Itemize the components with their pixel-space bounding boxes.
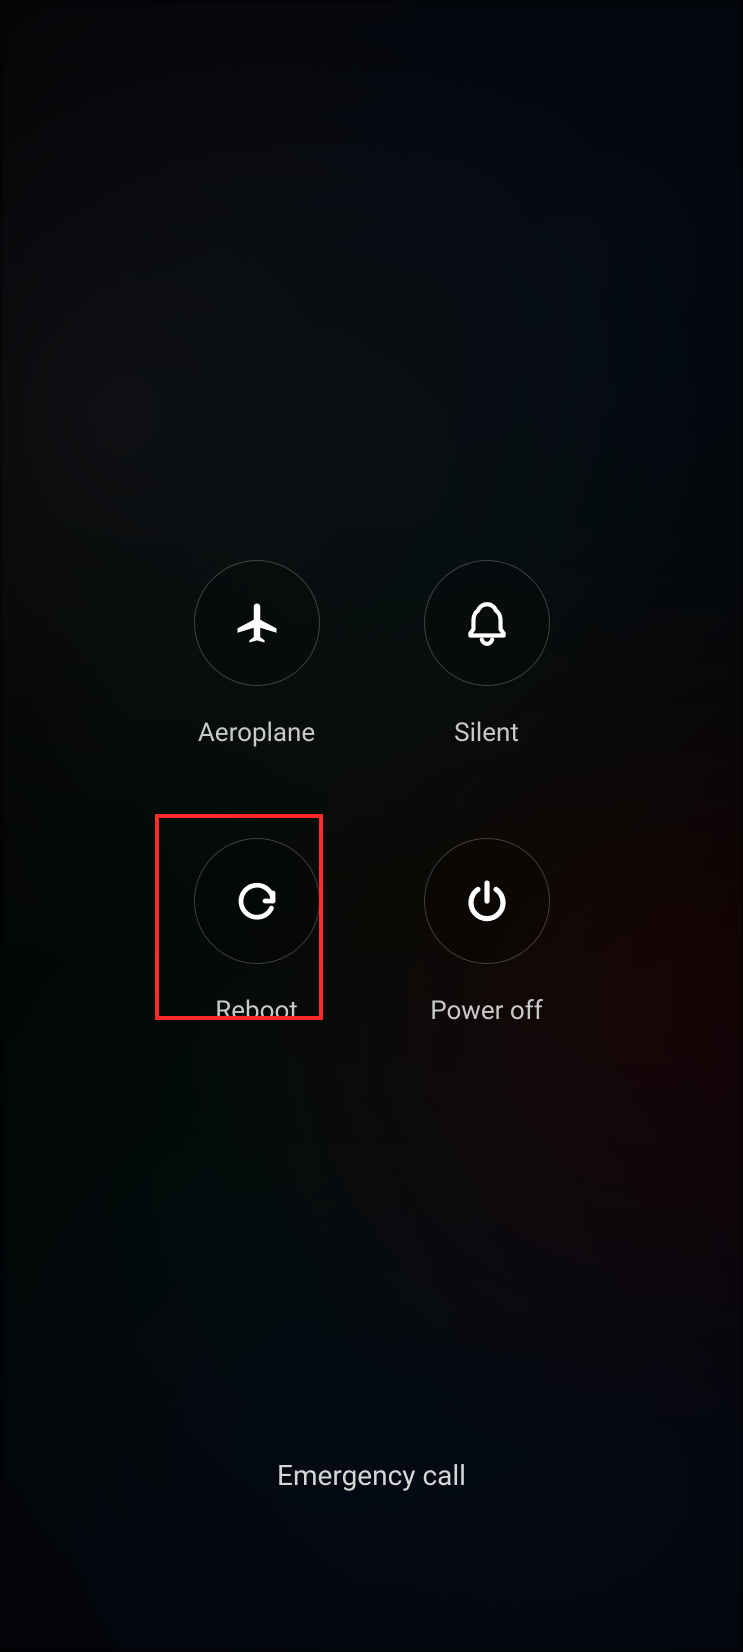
airplane-icon (231, 597, 283, 649)
aeroplane-mode-label: Aeroplane (198, 718, 315, 748)
emergency-call-button[interactable]: Emergency call (0, 1459, 743, 1492)
silent-mode-label: Silent (454, 718, 519, 748)
reboot-item: Reboot (142, 838, 372, 1026)
silent-mode-item: Silent (372, 560, 602, 748)
aeroplane-mode-button[interactable] (194, 560, 320, 686)
power-off-item: Power off (372, 838, 602, 1026)
power-icon (463, 877, 511, 925)
power-off-label: Power off (430, 996, 543, 1026)
silent-mode-button[interactable] (424, 560, 550, 686)
reboot-button[interactable] (194, 838, 320, 964)
reboot-label: Reboot (215, 996, 298, 1026)
bell-icon (462, 598, 512, 648)
reboot-icon (233, 877, 281, 925)
power-menu-grid: Aeroplane Silent Reboot (0, 560, 743, 1026)
power-off-button[interactable] (424, 838, 550, 964)
aeroplane-mode-item: Aeroplane (142, 560, 372, 748)
